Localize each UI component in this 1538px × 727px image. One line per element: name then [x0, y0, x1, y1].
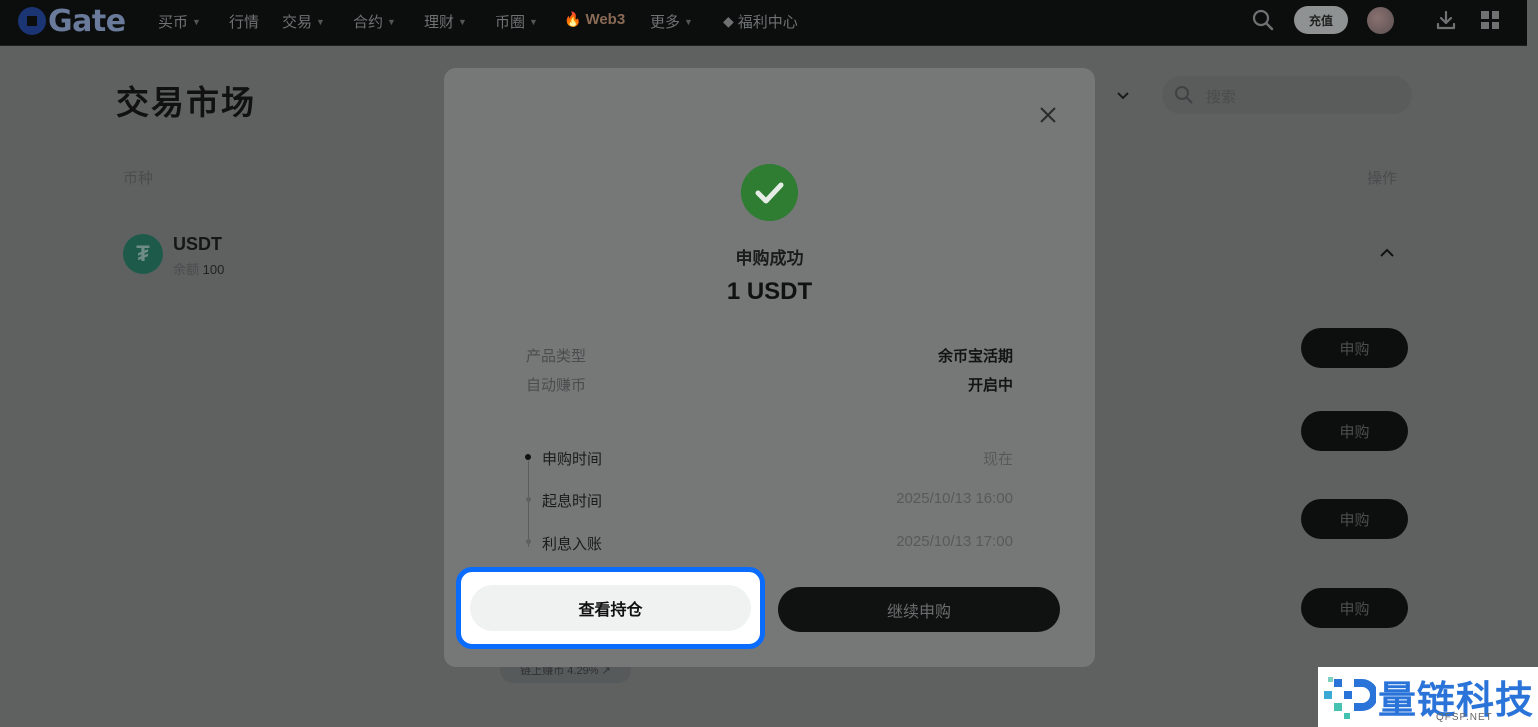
balance-value: 100	[202, 262, 225, 277]
tether-icon: ₮	[123, 234, 163, 274]
search-icon	[1175, 86, 1193, 104]
nav-label: 理财	[424, 14, 455, 31]
subscribe-button[interactable]: 申购	[1301, 499, 1408, 539]
success-title: 申购成功	[735, 249, 804, 268]
timeline-label: 申购时间	[542, 451, 603, 468]
watermark-url: QFSP.NET	[1436, 712, 1493, 723]
timeline-line	[528, 461, 529, 547]
search-icon[interactable]	[1252, 9, 1274, 31]
watermark-logo-icon	[1324, 677, 1376, 719]
timeline-dot	[525, 454, 531, 460]
nav-markets[interactable]: 行情	[229, 11, 259, 32]
nav-label: Web3	[585, 11, 626, 28]
success-amount: 1 USDT	[726, 278, 813, 305]
caret-down-icon: ▼	[684, 16, 693, 27]
subscribe-button[interactable]: 申购	[1301, 328, 1408, 368]
nav-trade[interactable]: 交易 ▼	[282, 11, 325, 32]
nav-earn[interactable]: 理财 ▼	[424, 11, 467, 32]
success-check-icon	[741, 164, 798, 221]
apps-grid-icon[interactable]	[1481, 11, 1499, 29]
timeline-dot	[526, 497, 531, 502]
close-icon[interactable]	[1037, 104, 1059, 126]
nav-buy-crypto[interactable]: 买币 ▼	[158, 11, 201, 32]
timeline-dot	[526, 539, 531, 544]
nav-label: 福利中心	[737, 14, 798, 31]
continue-subscribe-button[interactable]: 继续申购	[778, 587, 1060, 632]
view-position-button[interactable]: 查看持仓	[470, 585, 751, 631]
asset-symbol: USDT	[173, 234, 222, 254]
nav-label: 合约	[353, 14, 384, 31]
top-nav: Gate 买币 ▼ 行情 交易 ▼ 合约 ▼ 理财 ▼ 币圈 ▼ 🔥 Web3 更多 ▼ ◆ 福…	[0, 0, 1527, 46]
asset-balance: 余额 100	[173, 259, 224, 278]
nav-futures[interactable]: 合约 ▼	[353, 11, 396, 32]
auto-earn-label: 自动赚币	[526, 377, 587, 394]
nav-label: 买币	[158, 14, 189, 31]
product-type-label: 产品类型	[526, 348, 587, 365]
nav-web3[interactable]: 🔥 Web3	[564, 11, 625, 28]
watermark: 量链科技 QFSP.NET	[1318, 667, 1538, 727]
gate-logo-icon	[18, 7, 46, 35]
nav-label: 行情	[229, 14, 260, 31]
caret-down-icon: ▼	[316, 16, 325, 27]
gift-icon: ◆	[723, 13, 734, 29]
subscribe-button[interactable]: 申购	[1301, 411, 1408, 451]
fire-icon: 🔥	[564, 11, 582, 27]
timeline-value: 现在	[982, 451, 1013, 468]
caret-down-icon: ▼	[192, 16, 201, 27]
timeline-label: 利息入账	[542, 536, 603, 553]
nav-more[interactable]: 更多 ▼	[650, 11, 693, 32]
page-title: 交易市场	[116, 84, 256, 121]
balance-label: 余额	[173, 262, 200, 277]
download-icon[interactable]	[1435, 9, 1457, 31]
nav-label: 交易	[282, 14, 313, 31]
gate-logo[interactable]: Gate	[18, 3, 126, 39]
caret-down-icon: ▼	[387, 16, 396, 27]
column-header-coin: 币种	[123, 170, 154, 187]
product-type-value: 余币宝活期	[937, 348, 1013, 365]
caret-down-icon: ▼	[458, 16, 467, 27]
search-input[interactable]: 搜索	[1162, 76, 1412, 114]
caret-down-icon: ▼	[529, 16, 538, 27]
deposit-button[interactable]: 充值	[1294, 6, 1348, 34]
nav-community[interactable]: 币圈 ▼	[495, 11, 538, 32]
search-placeholder: 搜索	[1206, 89, 1237, 106]
timeline-value: 2025/10/13 16:00	[896, 490, 1013, 507]
timeline-value: 2025/10/13 17:00	[896, 533, 1013, 550]
logo-text: Gate	[48, 3, 126, 39]
chevron-up-icon[interactable]	[1378, 244, 1396, 262]
column-header-action: 操作	[1367, 170, 1398, 187]
nav-label: 更多	[650, 14, 681, 31]
nav-label: 币圈	[495, 14, 526, 31]
avatar[interactable]	[1367, 7, 1394, 34]
subscribe-button[interactable]: 申购	[1301, 588, 1408, 628]
timeline-label: 起息时间	[542, 493, 603, 510]
chevron-down-icon[interactable]	[1114, 86, 1132, 104]
nav-rewards-center[interactable]: ◆ 福利中心	[723, 11, 798, 32]
auto-earn-value: 开启中	[967, 377, 1013, 394]
